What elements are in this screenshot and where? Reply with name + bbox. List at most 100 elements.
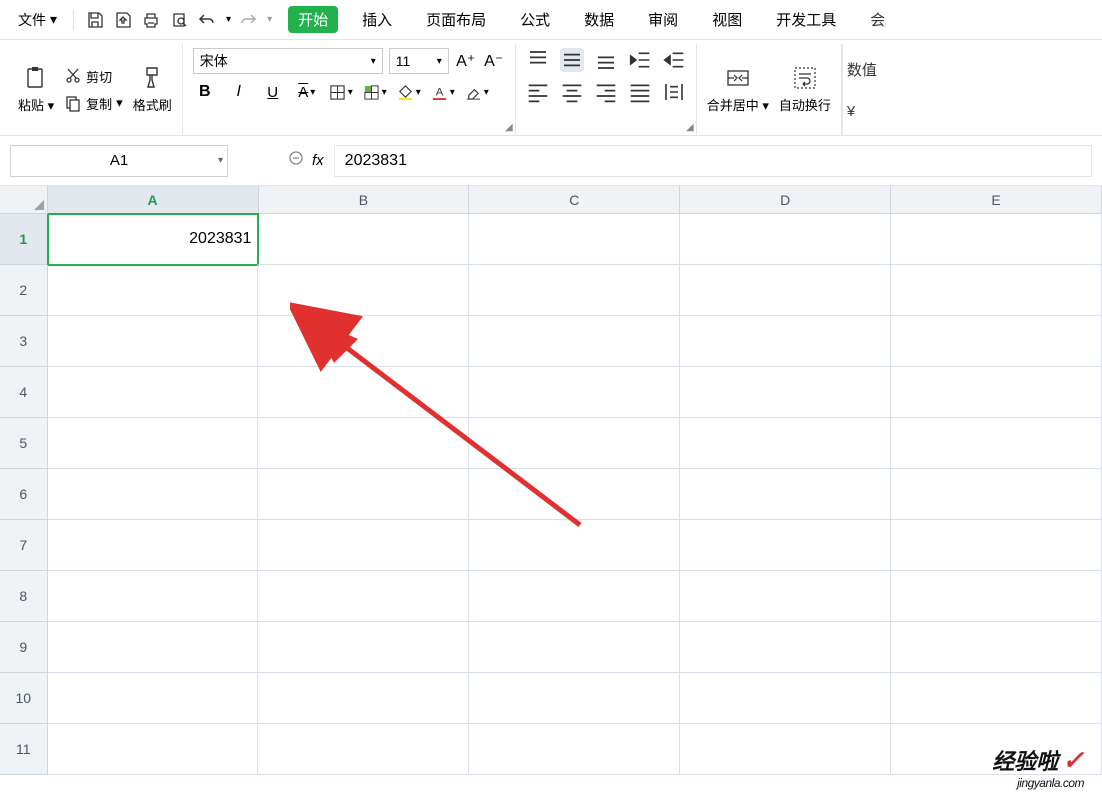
col-header-D[interactable]: D	[680, 186, 891, 214]
cell-style-button[interactable]: ▾	[363, 80, 387, 104]
cell-D1[interactable]	[680, 214, 891, 265]
save-as-icon[interactable]	[112, 9, 134, 31]
row-header-6[interactable]: 6	[0, 469, 48, 520]
align-right-button[interactable]	[594, 80, 618, 104]
cell[interactable]	[891, 673, 1102, 724]
cell[interactable]	[469, 367, 680, 418]
cell[interactable]	[891, 265, 1102, 316]
cell[interactable]	[891, 520, 1102, 571]
redo-icon[interactable]	[237, 9, 259, 31]
cell[interactable]	[258, 622, 469, 673]
cell[interactable]	[680, 571, 891, 622]
cell[interactable]	[891, 367, 1102, 418]
row-header-3[interactable]: 3	[0, 316, 48, 367]
select-all-corner[interactable]	[0, 186, 48, 214]
cell[interactable]	[680, 673, 891, 724]
align-left-button[interactable]	[526, 80, 550, 104]
cell[interactable]	[469, 622, 680, 673]
cell[interactable]	[680, 520, 891, 571]
font-size-select[interactable]: 11 ▾	[389, 48, 449, 74]
copy-button[interactable]: 复制 ▾	[64, 94, 123, 113]
cell[interactable]	[48, 622, 259, 673]
save-icon[interactable]	[84, 9, 106, 31]
cell[interactable]	[48, 520, 259, 571]
paste-button[interactable]: 粘贴 ▾	[18, 65, 54, 114]
cell[interactable]	[48, 571, 259, 622]
formula-input[interactable]: 2023831	[334, 145, 1092, 177]
tab-clipped[interactable]: 会	[860, 6, 895, 33]
print-icon[interactable]	[140, 9, 162, 31]
cell[interactable]	[48, 673, 259, 724]
print-preview-icon[interactable]	[168, 9, 190, 31]
cell-E1[interactable]	[891, 214, 1102, 265]
cell[interactable]	[48, 265, 259, 316]
increase-font-button[interactable]: A⁺	[455, 51, 477, 71]
row-header-7[interactable]: 7	[0, 520, 48, 571]
align-top-button[interactable]	[526, 48, 550, 72]
align-bottom-button[interactable]	[594, 48, 618, 72]
cell[interactable]	[258, 520, 469, 571]
cell-C1[interactable]	[469, 214, 680, 265]
align-middle-button[interactable]	[560, 48, 584, 72]
fx-button[interactable]: fx	[312, 152, 324, 169]
cell[interactable]	[680, 367, 891, 418]
format-painter-button[interactable]: 格式刷	[133, 65, 172, 114]
font-name-select[interactable]: 宋体 ▾	[193, 48, 383, 74]
row-header-4[interactable]: 4	[0, 367, 48, 418]
cell[interactable]	[469, 520, 680, 571]
cell[interactable]	[680, 265, 891, 316]
tab-formula[interactable]: 公式	[510, 6, 560, 33]
distribute-button[interactable]	[662, 80, 686, 104]
group-expand-icon[interactable]: ◢	[505, 122, 513, 133]
merge-center-button[interactable]: 合并居中 ▾	[707, 65, 769, 114]
italic-button[interactable]: I	[227, 80, 251, 104]
row-header-10[interactable]: 10	[0, 673, 48, 724]
undo-dropdown[interactable]: ▾	[226, 14, 231, 25]
cell[interactable]	[48, 316, 259, 367]
cell[interactable]	[680, 724, 891, 775]
cell[interactable]	[48, 469, 259, 520]
decrease-font-button[interactable]: A⁻	[483, 51, 505, 71]
tab-layout[interactable]: 页面布局	[416, 6, 496, 33]
tab-review[interactable]: 审阅	[638, 6, 688, 33]
file-menu[interactable]: 文件 ▾	[8, 8, 63, 32]
cell[interactable]	[258, 469, 469, 520]
row-header-2[interactable]: 2	[0, 265, 48, 316]
strikethrough-button[interactable]: A▾	[295, 80, 319, 104]
cell[interactable]	[469, 316, 680, 367]
fill-color-button[interactable]: ▾	[397, 80, 421, 104]
justify-button[interactable]	[628, 80, 652, 104]
cell-A1[interactable]: 2023831	[48, 214, 259, 265]
cell[interactable]	[469, 571, 680, 622]
clear-format-button[interactable]: ▾	[465, 80, 489, 104]
decrease-indent-button[interactable]	[628, 48, 652, 72]
col-header-E[interactable]: E	[891, 186, 1102, 214]
tab-data[interactable]: 数据	[574, 6, 624, 33]
cell[interactable]	[680, 469, 891, 520]
name-box[interactable]: A1 ▾	[10, 145, 228, 177]
cell[interactable]	[891, 316, 1102, 367]
cell[interactable]	[469, 673, 680, 724]
col-header-B[interactable]: B	[259, 186, 470, 214]
cell[interactable]	[469, 724, 680, 775]
number-label[interactable]: 数值	[847, 59, 877, 80]
cell[interactable]	[48, 724, 259, 775]
col-header-C[interactable]: C	[469, 186, 680, 214]
cell[interactable]	[258, 673, 469, 724]
cell[interactable]	[469, 265, 680, 316]
cell[interactable]	[48, 418, 259, 469]
tab-home[interactable]: 开始	[288, 6, 338, 33]
tab-insert[interactable]: 插入	[352, 6, 402, 33]
chevron-down-icon[interactable]: ▾	[218, 155, 223, 166]
tab-devtools[interactable]: 开发工具	[766, 6, 846, 33]
cell[interactable]	[891, 622, 1102, 673]
cell-B1[interactable]	[258, 214, 469, 265]
cell[interactable]	[891, 469, 1102, 520]
cell[interactable]	[48, 367, 259, 418]
cell[interactable]	[891, 571, 1102, 622]
cell[interactable]	[680, 418, 891, 469]
cell[interactable]	[258, 571, 469, 622]
cell[interactable]	[258, 316, 469, 367]
increase-indent-button[interactable]	[662, 48, 686, 72]
cell[interactable]	[469, 418, 680, 469]
